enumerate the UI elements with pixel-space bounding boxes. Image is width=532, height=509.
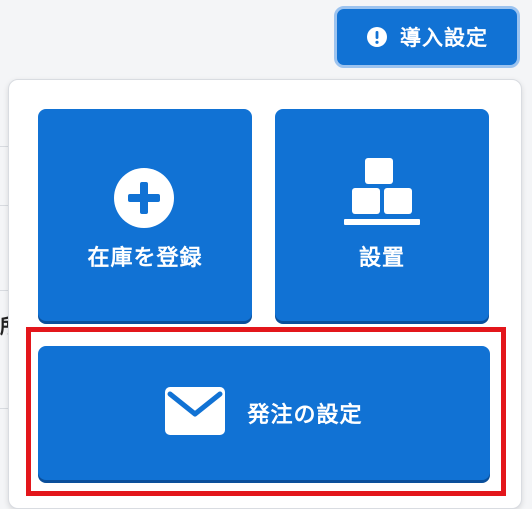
exclamation-circle-icon [366,26,388,48]
plus-circle-icon [112,166,176,234]
register-stock-tile[interactable]: 在庫を登録 [38,109,252,321]
order-settings-tile[interactable]: 発注の設定 [38,346,490,480]
boxes-stack-icon [344,158,420,232]
setup-button[interactable]: 導入設定 [334,6,520,68]
order-settings-label: 発注の設定 [247,403,363,428]
install-tile[interactable]: 設置 [275,109,489,321]
install-label: 設置 [358,246,405,271]
register-stock-label: 在庫を登録 [87,246,203,271]
envelope-icon [165,387,226,439]
setup-button-label: 導入設定 [400,26,488,50]
